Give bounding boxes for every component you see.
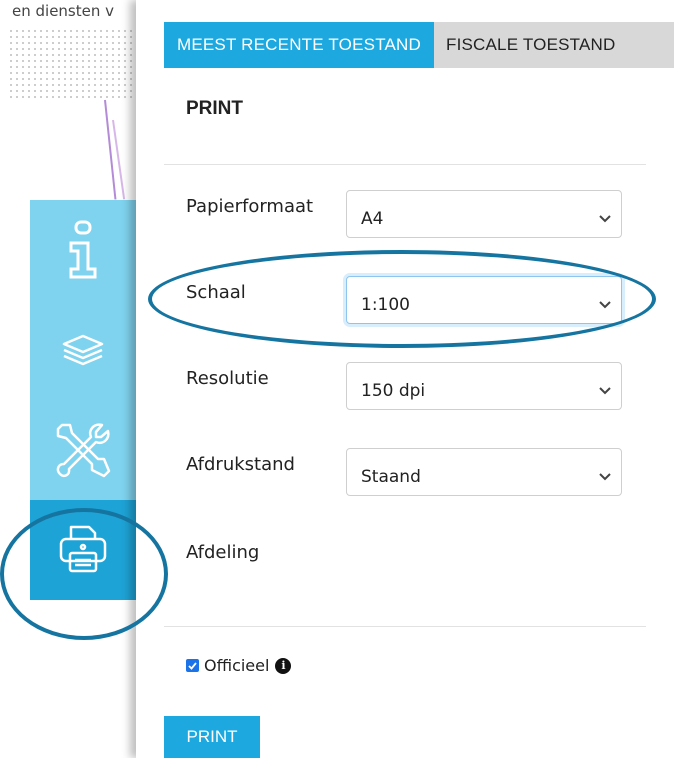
divider xyxy=(164,164,646,165)
info-icon[interactable]: i xyxy=(275,657,292,674)
print-panel: MEEST RECENTE TOESTAND FISCALE TOESTAND … xyxy=(136,0,674,758)
chevron-down-icon xyxy=(599,294,611,313)
official-option: Officieel i xyxy=(186,656,292,675)
department-label: Afdeling xyxy=(186,542,260,563)
official-checkbox[interactable] xyxy=(186,659,199,672)
panel-title: PRINT xyxy=(186,98,243,119)
tools-icon xyxy=(54,421,112,479)
chevron-down-icon xyxy=(599,466,611,485)
chevron-down-icon xyxy=(599,208,611,227)
toolbar-info-button[interactable] xyxy=(30,200,136,300)
resolution-label: Resolutie xyxy=(186,368,269,389)
orientation-select[interactable]: Staand xyxy=(346,448,622,496)
print-button[interactable]: PRINT xyxy=(164,716,260,758)
toolbar-print-button[interactable] xyxy=(30,500,136,600)
map-label: en diensten v xyxy=(12,2,115,20)
map-pattern xyxy=(8,28,136,98)
tab-fiscal-state[interactable]: FISCALE TOESTAND xyxy=(434,22,674,68)
divider xyxy=(164,626,646,627)
scale-value: 1:100 xyxy=(361,295,410,315)
info-icon xyxy=(66,219,100,281)
scale-label: Schaal xyxy=(186,282,246,303)
resolution-select[interactable]: 150 dpi xyxy=(346,362,622,410)
printer-icon xyxy=(56,523,110,577)
paper-size-select[interactable]: A4 xyxy=(346,190,622,238)
orientation-label: Afdrukstand xyxy=(186,454,295,475)
official-label: Officieel xyxy=(204,656,270,675)
paper-size-value: A4 xyxy=(361,209,384,229)
orientation-value: Staand xyxy=(361,467,421,487)
scale-select[interactable]: 1:100 xyxy=(346,276,622,324)
tab-most-recent-state[interactable]: MEEST RECENTE TOESTAND xyxy=(164,22,434,68)
tab-bar: MEEST RECENTE TOESTAND FISCALE TOESTAND xyxy=(164,22,674,68)
side-toolbar xyxy=(30,200,136,600)
toolbar-tools-button[interactable] xyxy=(30,400,136,500)
chevron-down-icon xyxy=(599,380,611,399)
toolbar-layers-button[interactable] xyxy=(30,300,136,400)
resolution-value: 150 dpi xyxy=(361,381,426,401)
paper-size-label: Papierformaat xyxy=(186,196,314,217)
layers-icon xyxy=(61,333,105,367)
map-boundary-line xyxy=(104,99,117,200)
